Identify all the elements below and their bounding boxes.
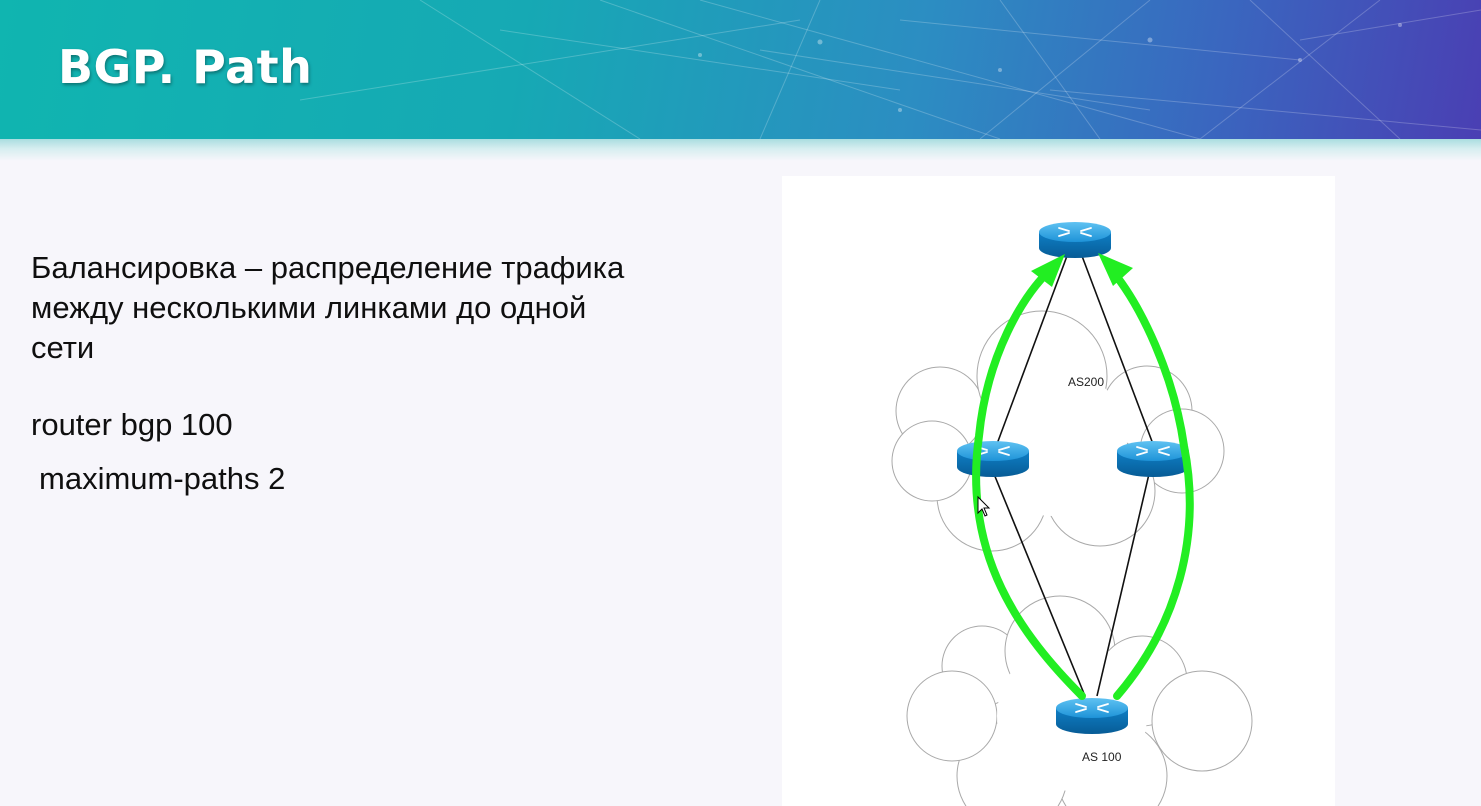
as200-cloud bbox=[891, 310, 1225, 552]
as100-label: AS 100 bbox=[1082, 750, 1122, 764]
slide-title: BGP. Path bbox=[58, 40, 313, 94]
topology-diagram: AS200 AS 100 bbox=[782, 176, 1335, 806]
header-shadow bbox=[0, 139, 1481, 161]
paragraph-line: сети bbox=[31, 330, 95, 365]
router-icon bbox=[957, 441, 1029, 477]
paragraph-line: Балансировка – распределение трафика bbox=[31, 250, 625, 285]
router-icon bbox=[1039, 222, 1111, 258]
config-line-router-bgp: router bgp 100 bbox=[31, 407, 233, 442]
router-icon bbox=[1117, 441, 1189, 477]
paragraph-line: между несколькими линками до одной bbox=[31, 290, 587, 325]
as200-label: AS200 bbox=[1068, 375, 1104, 389]
config-line-maximum-paths: maximum-paths 2 bbox=[39, 461, 286, 496]
balancing-paragraph: Балансировка – распределение трафика меж… bbox=[31, 248, 751, 368]
slide-body: Балансировка – распределение трафика меж… bbox=[31, 248, 751, 506]
right-arrowhead-icon bbox=[1098, 253, 1133, 286]
slide-header: BGP. Path bbox=[0, 0, 1481, 139]
router-icon bbox=[1056, 698, 1128, 734]
topology-svg: AS200 AS 100 bbox=[891, 222, 1253, 806]
